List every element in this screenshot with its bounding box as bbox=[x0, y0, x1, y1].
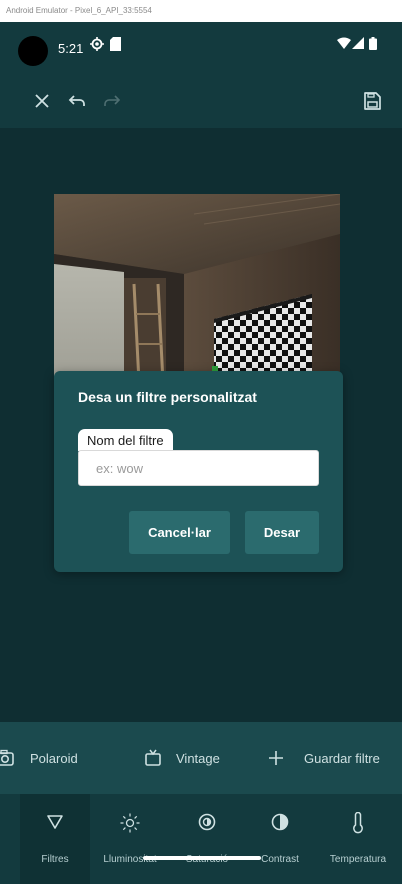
status-time: 5:21 bbox=[58, 41, 84, 56]
battery-icon bbox=[369, 37, 377, 50]
filter-option-label: Vintage bbox=[176, 750, 220, 766]
status-bar: 5:21 bbox=[0, 22, 402, 74]
nav-item-temperatura[interactable]: Temperatura bbox=[318, 794, 398, 884]
save-filter-dialog: Desa un filtre personalitzat Nom del fil… bbox=[54, 371, 343, 572]
save-filter-option[interactable]: Guardar filtre bbox=[268, 722, 380, 794]
filter-option-label: Polaroid bbox=[30, 750, 78, 766]
redo-icon[interactable] bbox=[100, 89, 124, 113]
nav-item-contrast[interactable]: Contrast bbox=[245, 794, 315, 884]
device-screen: 5:21 Desa un filtre personalitzat Nom de… bbox=[0, 22, 402, 884]
camera-icon bbox=[0, 749, 14, 766]
filter-option-label: Guardar filtre bbox=[304, 750, 380, 766]
nav-item-lluminositat[interactable]: Lluminositat bbox=[90, 794, 170, 884]
nav-label: Temperatura bbox=[329, 854, 387, 865]
signal-icon bbox=[352, 37, 364, 49]
close-icon[interactable] bbox=[30, 89, 54, 113]
save-icon[interactable] bbox=[360, 89, 384, 113]
cancel-button[interactable]: Cancel·lar bbox=[129, 511, 230, 554]
undo-icon[interactable] bbox=[65, 89, 89, 113]
camera-cutout bbox=[18, 36, 48, 66]
plus-icon bbox=[269, 751, 283, 765]
thermometer-icon bbox=[353, 812, 363, 834]
home-indicator[interactable] bbox=[143, 856, 261, 860]
emulator-title: Android Emulator - Pixel_6_API_33:5554 bbox=[0, 0, 402, 22]
save-button[interactable]: Desar bbox=[245, 511, 319, 554]
contrast-icon bbox=[271, 813, 289, 831]
wifi-icon bbox=[337, 37, 351, 49]
filter-options-bar: Polaroid Vintage Guardar filtre bbox=[0, 722, 402, 794]
filter-name-label: Nom del filtre bbox=[78, 429, 173, 451]
filter-icon bbox=[47, 815, 63, 829]
tv-icon bbox=[145, 749, 161, 766]
sun-icon bbox=[120, 813, 140, 833]
saturation-icon bbox=[198, 813, 216, 831]
filter-name-input[interactable] bbox=[78, 450, 319, 486]
dialog-title: Desa un filtre personalitzat bbox=[78, 389, 257, 405]
editor-toolbar bbox=[0, 74, 402, 128]
nav-item-filtres[interactable]: Filtres bbox=[20, 794, 90, 884]
bottom-navigation: Filtres Lluminositat Saturació Contrast … bbox=[0, 794, 402, 884]
gps-icon bbox=[90, 37, 104, 51]
sd-card-icon bbox=[110, 37, 121, 51]
nav-label: Filtres bbox=[41, 854, 69, 865]
nav-item-saturacio[interactable]: Saturació bbox=[172, 794, 242, 884]
filter-option-vintage[interactable]: Vintage bbox=[144, 722, 220, 794]
filter-option-polaroid[interactable]: Polaroid bbox=[0, 722, 78, 794]
